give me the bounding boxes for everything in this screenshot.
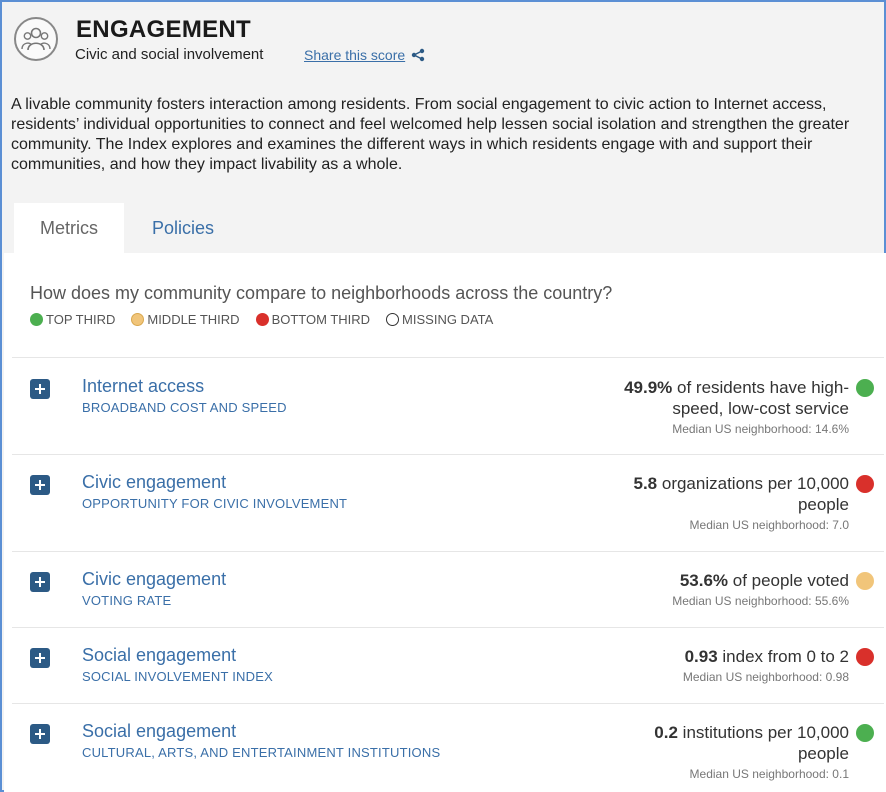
metric-value: 5.8 organizations per 10,000 people xyxy=(589,473,850,515)
legend-missing-data: MISSING DATA xyxy=(386,312,493,327)
metric-number: 53.6% xyxy=(679,571,729,590)
metric-value: 0.2 institutions per 10,000 people xyxy=(609,722,849,764)
metric-unit: organizations per 10,000 people xyxy=(657,474,849,514)
metrics-panel: How does my community compare to neighbo… xyxy=(4,253,886,792)
status-red-dot-icon xyxy=(856,648,874,666)
metric-number: 49.9% xyxy=(624,378,673,397)
expand-plus-icon[interactable] xyxy=(30,379,50,399)
share-score-link[interactable]: Share this score xyxy=(304,47,425,63)
metric-subtitle: CULTURAL, ARTS, AND ENTERTAINMENT INSTIT… xyxy=(82,745,441,760)
tab-bar: Metrics Policies xyxy=(14,203,886,253)
metric-unit: of residents have high-speed, low-cost s… xyxy=(672,378,849,418)
legend-label: MISSING DATA xyxy=(402,312,494,327)
median-value: Median US neighborhood: 55.6% xyxy=(672,594,849,608)
legend-top-third: TOP THIRD xyxy=(30,312,115,327)
metric-subtitle: OPPORTUNITY FOR CIVIC INVOLVEMENT xyxy=(82,496,348,511)
page-subtitle: Civic and social involvement xyxy=(75,46,264,63)
metric-value: 53.6% of people voted xyxy=(529,570,849,591)
status-red-dot-icon xyxy=(856,475,874,493)
metric-value: 49.9% of residents have high-speed, low-… xyxy=(589,377,849,419)
status-yellow-dot-icon xyxy=(856,572,874,590)
comparison-question: How does my community compare to neighbo… xyxy=(30,283,613,303)
metric-row: Civic engagement VOTING RATE 53.6% of pe… xyxy=(12,551,884,627)
share-icon[interactable] xyxy=(411,48,425,62)
metric-row: Internet access BROADBAND COST AND SPEED… xyxy=(12,357,884,454)
metric-title[interactable]: Social engagement xyxy=(82,721,236,742)
metric-number: 0.2 xyxy=(654,723,678,742)
metric-row: Social engagement SOCIAL INVOLVEMENT IND… xyxy=(12,627,884,703)
page-title: ENGAGEMENT xyxy=(76,16,252,43)
metric-subtitle: VOTING RATE xyxy=(82,593,172,608)
tab-policies[interactable]: Policies xyxy=(130,203,236,253)
legend-label: TOP THIRD xyxy=(46,312,116,327)
tab-metrics[interactable]: Metrics xyxy=(14,203,124,253)
yellow-dot-icon xyxy=(131,313,145,326)
red-dot-icon xyxy=(255,313,269,326)
status-green-dot-icon xyxy=(856,379,874,397)
empty-dot-icon xyxy=(386,313,400,326)
median-value: Median US neighborhood: 14.6% xyxy=(672,422,849,436)
metric-number: 0.93 xyxy=(684,647,718,666)
expand-plus-icon[interactable] xyxy=(30,648,50,668)
metric-title[interactable]: Civic engagement xyxy=(82,569,226,590)
intro-paragraph: A livable community fosters interaction … xyxy=(11,96,850,173)
metric-number: 5.8 xyxy=(633,474,658,493)
legend-middle-third: MIDDLE THIRD xyxy=(131,312,240,327)
metric-title[interactable]: Internet access xyxy=(82,376,204,397)
metric-title[interactable]: Social engagement xyxy=(82,645,236,666)
legend: TOP THIRD MIDDLE THIRD BOTTOM THIRD MISS… xyxy=(30,312,493,327)
metric-subtitle: BROADBAND COST AND SPEED xyxy=(82,400,287,415)
metric-subtitle: SOCIAL INVOLVEMENT INDEX xyxy=(82,669,273,684)
expand-plus-icon[interactable] xyxy=(30,572,50,592)
metric-value: 0.93 index from 0 to 2 xyxy=(529,646,849,667)
expand-plus-icon[interactable] xyxy=(30,475,50,495)
legend-bottom-third: BOTTOM THIRD xyxy=(255,312,371,327)
engagement-card: ENGAGEMENT Civic and social involvement … xyxy=(0,0,886,792)
metric-title[interactable]: Civic engagement xyxy=(82,472,226,493)
header: ENGAGEMENT Civic and social involvement … xyxy=(12,16,872,76)
median-value: Median US neighborhood: 0.98 xyxy=(682,670,849,684)
legend-label: MIDDLE THIRD xyxy=(147,312,240,327)
share-label[interactable]: Share this score xyxy=(304,47,405,63)
legend-label: BOTTOM THIRD xyxy=(271,312,371,327)
metric-unit: index from 0 to 2 xyxy=(717,647,849,666)
people-group-icon xyxy=(14,17,58,61)
expand-plus-icon[interactable] xyxy=(30,724,50,744)
metric-unit: of people voted xyxy=(728,571,849,590)
status-green-dot-icon xyxy=(856,724,874,742)
metric-row: Civic engagement OPPORTUNITY FOR CIVIC I… xyxy=(12,454,884,551)
median-value: Median US neighborhood: 7.0 xyxy=(689,518,849,532)
median-value: Median US neighborhood: 0.1 xyxy=(689,767,849,781)
metric-row: Social engagement CULTURAL, ARTS, AND EN… xyxy=(12,703,884,792)
metric-unit: institutions per 10,000 people xyxy=(677,723,849,763)
green-dot-icon xyxy=(30,313,43,326)
